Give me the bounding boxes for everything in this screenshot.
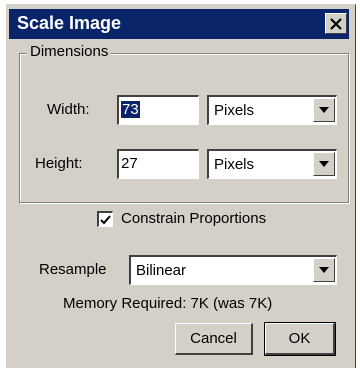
resample-value: Bilinear [136,262,187,279]
width-unit-value: Pixels [214,102,255,119]
width-unit-dropdown-button[interactable] [313,98,335,122]
close-button[interactable] [325,13,347,34]
height-unit-dropdown-button[interactable] [313,152,335,176]
height-unit-value: Pixels [214,156,255,173]
ok-button[interactable]: OK [264,322,336,356]
constrain-proportions-checkbox[interactable] [97,211,113,227]
width-input[interactable]: 73 [117,95,199,125]
memory-required-text: Memory Required: 7K (was 7K) [63,295,273,312]
width-value: 73 [121,101,140,118]
chevron-down-icon [319,161,329,167]
checkmark-icon [100,214,111,224]
resample-select[interactable]: Bilinear [129,255,337,285]
width-unit-select[interactable]: Pixels [207,95,337,125]
chevron-down-icon [319,107,329,113]
height-label: Height: [35,155,83,172]
scale-image-dialog: Scale Image Dimensions Width: 73 Pixels … [6,4,356,368]
resample-label: Resample [39,261,107,278]
window-title: Scale Image [17,13,122,33]
chevron-down-icon [319,267,329,273]
resample-dropdown-button[interactable] [313,258,335,282]
cancel-button[interactable]: Cancel [175,323,253,355]
height-unit-select[interactable]: Pixels [207,149,337,179]
height-value: 27 [121,155,138,172]
height-input[interactable]: 27 [117,149,199,179]
close-icon [330,17,342,30]
title-bar[interactable]: Scale Image [9,9,349,39]
dimensions-group-label: Dimensions [27,43,112,60]
constrain-proportions-label[interactable]: Constrain Proportions [121,210,266,227]
width-label: Width: [47,101,90,118]
dimensions-group [19,53,349,203]
